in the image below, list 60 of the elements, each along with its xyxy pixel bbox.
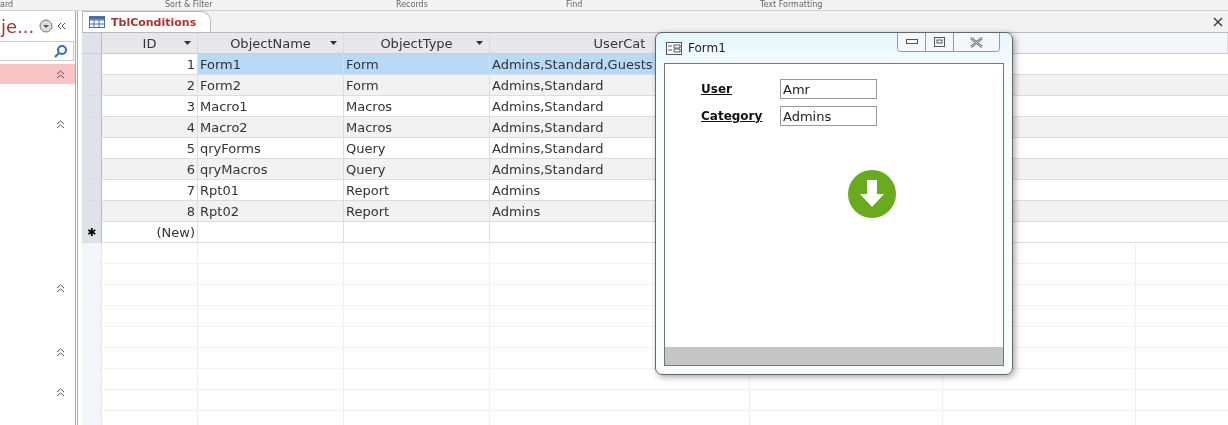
dropdown-arrow-icon[interactable] xyxy=(184,41,191,45)
collapse-chevron-icon[interactable] xyxy=(56,69,65,79)
table-cell: 3 xyxy=(102,96,198,116)
dropdown-icon[interactable] xyxy=(39,19,54,33)
table-cell: Macro2 xyxy=(198,117,344,137)
table-cell: Report xyxy=(344,201,490,221)
dropdown-arrow-icon[interactable] xyxy=(330,41,337,45)
close-icon xyxy=(970,36,983,48)
collapse-chevron-icon[interactable] xyxy=(56,347,65,357)
minimize-icon xyxy=(905,39,918,45)
search-icon[interactable] xyxy=(54,44,68,58)
table-cell: Rpt02 xyxy=(198,201,344,221)
table-cell: Macros xyxy=(344,117,490,137)
column-header[interactable]: ObjectName xyxy=(198,33,344,53)
dropdown-arrow-icon[interactable] xyxy=(476,41,483,45)
collapse-chevron-icon[interactable] xyxy=(56,387,65,397)
table-cell: Query xyxy=(344,159,490,179)
ribbon-group-label: Records xyxy=(396,0,428,10)
table-cell: Macro1 xyxy=(198,96,344,116)
field-label: User xyxy=(701,82,733,96)
ribbon-group-label: Sort & Filter xyxy=(165,0,213,10)
table-cell: 6 xyxy=(102,159,198,179)
collapse-icon[interactable] xyxy=(56,21,67,31)
table-cell: Form xyxy=(344,75,490,95)
column-header[interactable]: ID xyxy=(102,33,198,53)
table-cell: Report xyxy=(344,180,490,200)
table-cell: Form2 xyxy=(198,75,344,95)
table-cell: 8 xyxy=(102,201,198,221)
table-cell: Form xyxy=(344,54,490,74)
table-cell: Query xyxy=(344,138,490,158)
collapse-chevron-icon[interactable] xyxy=(56,119,65,129)
close-icon[interactable] xyxy=(1213,17,1223,27)
nav-pane-title[interactable]: je... xyxy=(1,15,35,37)
table-cell: qryForms xyxy=(198,138,344,158)
maximize-icon xyxy=(934,37,945,47)
collapse-chevron-icon[interactable] xyxy=(56,283,65,293)
table-cell: Rpt01 xyxy=(198,180,344,200)
document-tab[interactable]: TblConditions xyxy=(82,11,212,32)
close-button[interactable] xyxy=(954,33,999,51)
ribbon-group-label: Find xyxy=(566,0,583,10)
table-cell: 4 xyxy=(102,117,198,137)
minimize-button[interactable] xyxy=(898,33,926,51)
ribbon-group-label: ard xyxy=(0,0,14,10)
ribbon-group-label: Text Formatting xyxy=(760,0,823,10)
table-cell: 7 xyxy=(102,180,198,200)
table-cell: Form1 xyxy=(198,54,344,74)
input-field[interactable]: Admins xyxy=(780,106,877,126)
new-record-marker[interactable]: ✱ xyxy=(82,222,102,242)
column-header[interactable]: ObjectType xyxy=(344,33,490,53)
table-cell: qryMacros xyxy=(198,159,344,179)
table-cell: 2 xyxy=(102,75,198,95)
search-field[interactable] xyxy=(0,41,74,61)
table-cell: 5 xyxy=(102,138,198,158)
window-title: Form1 xyxy=(688,41,726,55)
table-icon xyxy=(89,16,105,28)
maximize-button[interactable] xyxy=(926,33,954,51)
form-icon xyxy=(666,41,682,55)
table-cell: Macros xyxy=(344,96,490,116)
input-field[interactable]: Amr xyxy=(780,79,877,99)
table-cell: (New) xyxy=(102,222,198,242)
